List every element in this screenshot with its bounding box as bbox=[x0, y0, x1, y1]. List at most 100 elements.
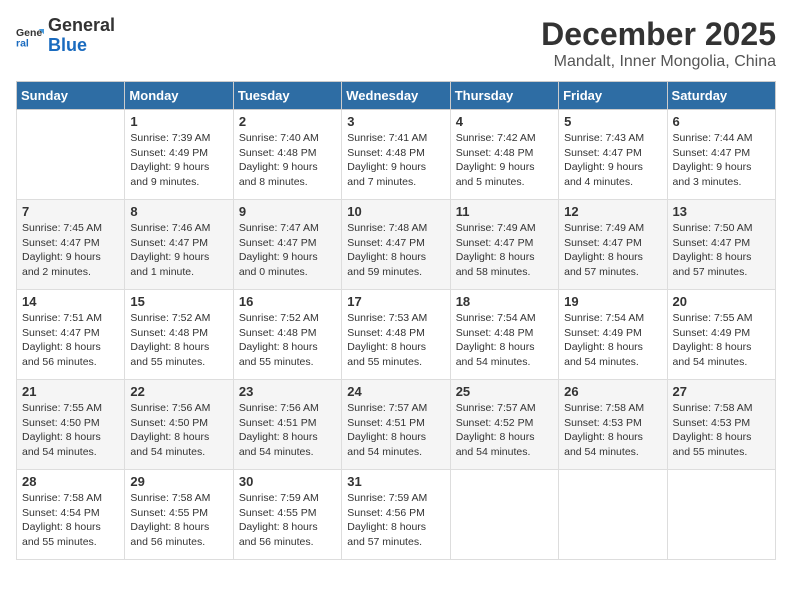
day-info: Sunrise: 7:53 AMSunset: 4:48 PMDaylight:… bbox=[347, 311, 444, 370]
day-info: Sunrise: 7:43 AMSunset: 4:47 PMDaylight:… bbox=[564, 131, 661, 190]
day-number: 10 bbox=[347, 204, 444, 219]
calendar-cell bbox=[559, 470, 667, 560]
day-number: 13 bbox=[673, 204, 770, 219]
calendar-cell: 1 Sunrise: 7:39 AMSunset: 4:49 PMDaylight… bbox=[125, 110, 233, 200]
day-number: 5 bbox=[564, 114, 661, 129]
logo-blue: Blue bbox=[48, 36, 115, 56]
calendar-cell: 12 Sunrise: 7:49 AMSunset: 4:47 PMDayligh… bbox=[559, 200, 667, 290]
page-subtitle: Mandalt, Inner Mongolia, China bbox=[541, 53, 776, 71]
day-number: 31 bbox=[347, 474, 444, 489]
day-number: 25 bbox=[456, 384, 553, 399]
calendar-cell: 27 Sunrise: 7:58 AMSunset: 4:53 PMDayligh… bbox=[667, 380, 775, 470]
day-number: 21 bbox=[22, 384, 119, 399]
day-number: 6 bbox=[673, 114, 770, 129]
day-info: Sunrise: 7:44 AMSunset: 4:47 PMDaylight:… bbox=[673, 131, 770, 190]
day-number: 29 bbox=[130, 474, 227, 489]
calendar-cell bbox=[450, 470, 558, 560]
calendar-cell: 31 Sunrise: 7:59 AMSunset: 4:56 PMDayligh… bbox=[342, 470, 450, 560]
logo-icon: Gene ral bbox=[16, 22, 44, 50]
calendar-week-3: 14Sunrise: 7:51 AMSunset: 4:47 PMDayligh… bbox=[17, 290, 776, 380]
day-info: Sunrise: 7:57 AMSunset: 4:51 PMDaylight:… bbox=[347, 401, 444, 460]
calendar-cell bbox=[667, 470, 775, 560]
calendar-week-2: 7Sunrise: 7:45 AMSunset: 4:47 PMDaylight… bbox=[17, 200, 776, 290]
day-info: Sunrise: 7:58 AMSunset: 4:53 PMDaylight:… bbox=[564, 401, 661, 460]
day-info: Sunrise: 7:39 AMSunset: 4:49 PMDaylight:… bbox=[130, 131, 227, 190]
day-number: 15 bbox=[130, 294, 227, 309]
calendar-cell: 28Sunrise: 7:58 AMSunset: 4:54 PMDayligh… bbox=[17, 470, 125, 560]
calendar-week-4: 21 Sunrise: 7:55 AMSunset: 4:50 PMDayligh… bbox=[17, 380, 776, 470]
day-number: 11 bbox=[456, 204, 553, 219]
day-info: Sunrise: 7:59 AMSunset: 4:55 PMDaylight:… bbox=[239, 491, 336, 550]
calendar-header-row: SundayMondayTuesdayWednesdayThursdayFrid… bbox=[17, 82, 776, 110]
day-number: 3 bbox=[347, 114, 444, 129]
day-header-saturday: Saturday bbox=[667, 82, 775, 110]
day-header-monday: Monday bbox=[125, 82, 233, 110]
calendar-cell: 3 Sunrise: 7:41 AMSunset: 4:48 PMDaylight… bbox=[342, 110, 450, 200]
day-number: 9 bbox=[239, 204, 336, 219]
day-number: 12 bbox=[564, 204, 661, 219]
calendar-cell: 22 Sunrise: 7:56 AMSunset: 4:50 PMDayligh… bbox=[125, 380, 233, 470]
calendar-cell: 21 Sunrise: 7:55 AMSunset: 4:50 PMDayligh… bbox=[17, 380, 125, 470]
calendar-cell: 5 Sunrise: 7:43 AMSunset: 4:47 PMDaylight… bbox=[559, 110, 667, 200]
day-header-friday: Friday bbox=[559, 82, 667, 110]
day-number: 7 bbox=[22, 204, 119, 219]
day-number: 26 bbox=[564, 384, 661, 399]
day-number: 16 bbox=[239, 294, 336, 309]
day-info: Sunrise: 7:41 AMSunset: 4:48 PMDaylight:… bbox=[347, 131, 444, 190]
day-info: Sunrise: 7:46 AMSunset: 4:47 PMDaylight:… bbox=[130, 221, 227, 280]
day-number: 22 bbox=[130, 384, 227, 399]
calendar-cell: 13 Sunrise: 7:50 AMSunset: 4:47 PMDayligh… bbox=[667, 200, 775, 290]
day-header-sunday: Sunday bbox=[17, 82, 125, 110]
day-number: 23 bbox=[239, 384, 336, 399]
day-number: 20 bbox=[673, 294, 770, 309]
calendar-cell: 17 Sunrise: 7:53 AMSunset: 4:48 PMDayligh… bbox=[342, 290, 450, 380]
day-info: Sunrise: 7:40 AMSunset: 4:48 PMDaylight:… bbox=[239, 131, 336, 190]
day-header-tuesday: Tuesday bbox=[233, 82, 341, 110]
day-number: 2 bbox=[239, 114, 336, 129]
logo: Gene ral General Blue bbox=[16, 16, 115, 56]
day-info: Sunrise: 7:55 AMSunset: 4:49 PMDaylight:… bbox=[673, 311, 770, 370]
day-info: Sunrise: 7:55 AMSunset: 4:50 PMDaylight:… bbox=[22, 401, 119, 460]
day-info: Sunrise: 7:54 AMSunset: 4:49 PMDaylight:… bbox=[564, 311, 661, 370]
calendar-cell: 6 Sunrise: 7:44 AMSunset: 4:47 PMDaylight… bbox=[667, 110, 775, 200]
calendar-cell: 25Sunrise: 7:57 AMSunset: 4:52 PMDayligh… bbox=[450, 380, 558, 470]
day-info: Sunrise: 7:58 AMSunset: 4:53 PMDaylight:… bbox=[673, 401, 770, 460]
calendar-cell: 11 Sunrise: 7:49 AMSunset: 4:47 PMDayligh… bbox=[450, 200, 558, 290]
day-number: 27 bbox=[673, 384, 770, 399]
calendar-week-1: 1 Sunrise: 7:39 AMSunset: 4:49 PMDaylight… bbox=[17, 110, 776, 200]
svg-text:ral: ral bbox=[16, 37, 29, 49]
day-header-thursday: Thursday bbox=[450, 82, 558, 110]
calendar-cell: 9Sunrise: 7:47 AMSunset: 4:47 PMDaylight… bbox=[233, 200, 341, 290]
day-info: Sunrise: 7:51 AMSunset: 4:47 PMDaylight:… bbox=[22, 311, 119, 370]
day-info: Sunrise: 7:56 AMSunset: 4:50 PMDaylight:… bbox=[130, 401, 227, 460]
calendar-cell: 26 Sunrise: 7:58 AMSunset: 4:53 PMDayligh… bbox=[559, 380, 667, 470]
day-info: Sunrise: 7:52 AMSunset: 4:48 PMDaylight:… bbox=[239, 311, 336, 370]
calendar-cell: 10Sunrise: 7:48 AMSunset: 4:47 PMDayligh… bbox=[342, 200, 450, 290]
day-number: 1 bbox=[130, 114, 227, 129]
day-info: Sunrise: 7:58 AMSunset: 4:54 PMDaylight:… bbox=[22, 491, 119, 550]
calendar-cell: 16 Sunrise: 7:52 AMSunset: 4:48 PMDayligh… bbox=[233, 290, 341, 380]
day-info: Sunrise: 7:50 AMSunset: 4:47 PMDaylight:… bbox=[673, 221, 770, 280]
day-info: Sunrise: 7:58 AMSunset: 4:55 PMDaylight:… bbox=[130, 491, 227, 550]
day-info: Sunrise: 7:52 AMSunset: 4:48 PMDaylight:… bbox=[130, 311, 227, 370]
logo-general: General bbox=[48, 16, 115, 36]
day-info: Sunrise: 7:59 AMSunset: 4:56 PMDaylight:… bbox=[347, 491, 444, 550]
day-info: Sunrise: 7:56 AMSunset: 4:51 PMDaylight:… bbox=[239, 401, 336, 460]
day-info: Sunrise: 7:49 AMSunset: 4:47 PMDaylight:… bbox=[564, 221, 661, 280]
calendar-cell: 30Sunrise: 7:59 AMSunset: 4:55 PMDayligh… bbox=[233, 470, 341, 560]
day-info: Sunrise: 7:42 AMSunset: 4:48 PMDaylight:… bbox=[456, 131, 553, 190]
day-info: Sunrise: 7:49 AMSunset: 4:47 PMDaylight:… bbox=[456, 221, 553, 280]
calendar-cell: 18Sunrise: 7:54 AMSunset: 4:48 PMDayligh… bbox=[450, 290, 558, 380]
calendar-table: SundayMondayTuesdayWednesdayThursdayFrid… bbox=[16, 81, 776, 560]
calendar-cell: 23 Sunrise: 7:56 AMSunset: 4:51 PMDayligh… bbox=[233, 380, 341, 470]
page-header: Gene ral General Blue December 2025 Mand… bbox=[16, 16, 776, 71]
calendar-cell bbox=[17, 110, 125, 200]
calendar-cell: 19Sunrise: 7:54 AMSunset: 4:49 PMDayligh… bbox=[559, 290, 667, 380]
day-header-wednesday: Wednesday bbox=[342, 82, 450, 110]
calendar-cell: 24Sunrise: 7:57 AMSunset: 4:51 PMDayligh… bbox=[342, 380, 450, 470]
calendar-cell: 8Sunrise: 7:46 AMSunset: 4:47 PMDaylight… bbox=[125, 200, 233, 290]
day-number: 18 bbox=[456, 294, 553, 309]
day-number: 17 bbox=[347, 294, 444, 309]
calendar-week-5: 28Sunrise: 7:58 AMSunset: 4:54 PMDayligh… bbox=[17, 470, 776, 560]
calendar-cell: 29 Sunrise: 7:58 AMSunset: 4:55 PMDayligh… bbox=[125, 470, 233, 560]
